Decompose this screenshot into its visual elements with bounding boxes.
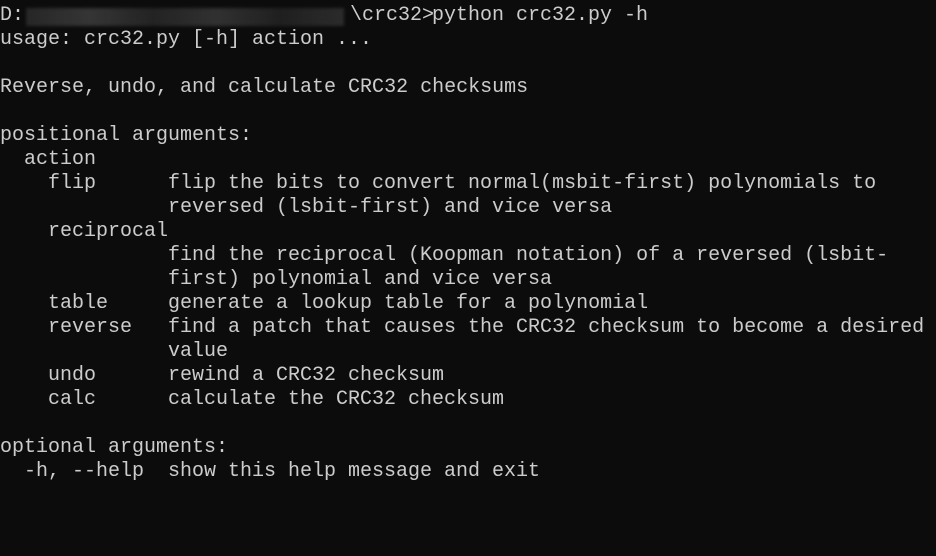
- action-group-label: action: [24, 148, 97, 171]
- arg-name: -h, --help: [24, 460, 145, 483]
- arg-help: calculate the CRC32 checksum: [168, 388, 505, 411]
- description-line: Reverse, undo, and calculate CRC32 check…: [0, 76, 529, 99]
- arg-help: generate a lookup table for a polynomial: [168, 292, 649, 315]
- arg-help: find a patch that causes the CRC32 check…: [168, 316, 925, 339]
- arg-help: flip the bits to convert normal(msbit-fi…: [168, 172, 877, 195]
- arg-name: calc: [48, 388, 97, 411]
- arg-row-calc: calc calculate the CRC32 checksum: [0, 388, 936, 412]
- positional-heading: positional arguments:: [0, 124, 253, 147]
- arg-row-flip: flip flip the bits to convert normal(msb…: [0, 172, 936, 196]
- arg-help: value: [168, 340, 229, 363]
- command-text: python crc32.py -h: [432, 4, 649, 27]
- arg-row-flip-cont: reversed (lsbit-first) and vice versa: [0, 196, 936, 220]
- arg-name: reverse: [48, 316, 133, 339]
- arg-name: table: [48, 292, 109, 315]
- arg-help: rewind a CRC32 checksum: [168, 364, 445, 387]
- arg-row-undo: undo rewind a CRC32 checksum: [0, 364, 936, 388]
- prompt-drive: D:: [0, 4, 25, 27]
- arg-row-reciprocal-cont: first) polynomial and vice versa: [0, 268, 936, 292]
- arg-row-reverse: reverse find a patch that causes the CRC…: [0, 316, 936, 340]
- arg-help: find the reciprocal (Koopman notation) o…: [168, 244, 889, 267]
- terminal-output: D: \crc32> python crc32.py -h usage: crc…: [0, 4, 936, 484]
- optional-heading: optional arguments:: [0, 436, 229, 459]
- arg-help: reversed (lsbit-first) and vice versa: [168, 196, 613, 219]
- arg-help: show this help message and exit: [168, 460, 541, 483]
- prompt-path-tail: \crc32>: [350, 4, 435, 27]
- prompt-line: D: \crc32> python crc32.py -h: [0, 4, 936, 28]
- arg-row-help: -h, --help show this help message and ex…: [0, 460, 936, 484]
- arg-row-reverse-cont: value: [0, 340, 936, 364]
- arg-help: first) polynomial and vice versa: [168, 268, 553, 291]
- arg-name: undo: [48, 364, 97, 387]
- redacted-path: [26, 8, 344, 26]
- arg-row-reciprocal: reciprocal: [0, 220, 936, 244]
- arg-row-table: table generate a lookup table for a poly…: [0, 292, 936, 316]
- arg-name: flip: [48, 172, 97, 195]
- arg-row-reciprocal-help: find the reciprocal (Koopman notation) o…: [0, 244, 936, 268]
- usage-line: usage: crc32.py [-h] action ...: [0, 28, 373, 51]
- arg-name: reciprocal: [48, 220, 169, 243]
